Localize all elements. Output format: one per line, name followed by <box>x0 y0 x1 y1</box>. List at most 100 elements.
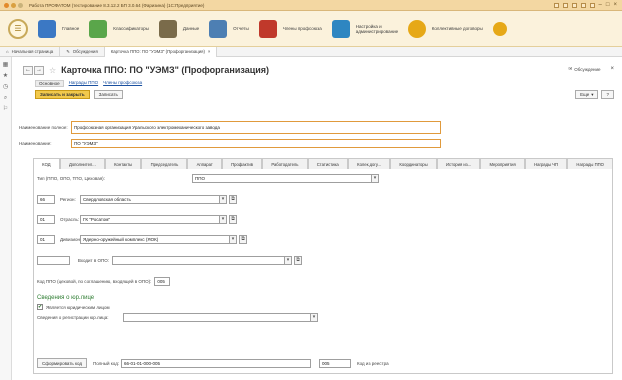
section-label: Данные <box>182 26 200 31</box>
ppo-card-form: ← → ☆ Карточка ППО: ПО "УЭМЗ" (Профорган… <box>13 57 622 380</box>
details-tabs: КОД Дополнител... Контакты Председатель … <box>33 158 614 169</box>
open-link-icon[interactable]: ⧉ <box>229 215 237 224</box>
data-section-icon <box>158 19 177 38</box>
tab-contacts[interactable]: Контакты <box>104 158 142 169</box>
tab-discussions-label: Обсуждения <box>72 49 98 54</box>
grid-icon[interactable]: ▦ <box>3 62 9 68</box>
more-button[interactable]: Еще ▾ <box>575 90 599 99</box>
tab-awards[interactable]: Награды ППО <box>69 80 98 87</box>
division-select[interactable]: Ядерно-оружейный комплекс (ЯОК) <box>80 235 230 244</box>
branch-code-input[interactable]: 01 <box>37 215 55 224</box>
ppo-code-input[interactable]: 005 <box>154 277 171 286</box>
tab-statistics[interactable]: Статистика <box>307 158 348 169</box>
chevron-down-icon[interactable]: ▾ <box>372 174 379 183</box>
home-icon[interactable]: ☰ <box>8 18 28 39</box>
forward-button[interactable]: → <box>34 65 44 75</box>
toolbar-icon-3[interactable] <box>571 2 577 8</box>
full-name-input[interactable]: Профсоюзная организация Уральского элект… <box>71 121 441 134</box>
tab-agreements[interactable]: Колек.догу... <box>347 158 391 169</box>
tab-card-label: Карточка ППО: ПО "УЭМЗ" (Профорганизация… <box>110 49 205 54</box>
maximize-icon[interactable]: □ <box>606 2 610 8</box>
search-icon[interactable]: ⌕ <box>3 95 9 101</box>
tab-activists[interactable]: Профактив <box>221 158 263 169</box>
tab-staff[interactable]: Аппарат <box>187 158 222 169</box>
tab-history[interactable]: История из... <box>436 158 481 169</box>
legal-entity-checkbox[interactable]: ✔ <box>37 304 43 310</box>
open-link-icon[interactable]: ⧉ <box>239 235 247 244</box>
tab-main[interactable]: Основное <box>35 80 64 87</box>
branch-select[interactable]: ГК "Росатом" <box>80 215 220 224</box>
agreements-section-icon <box>407 19 426 38</box>
type-select[interactable]: ППО <box>192 174 372 183</box>
section-classifiers[interactable]: Классификаторы <box>89 19 149 38</box>
close-icon[interactable]: × <box>613 2 617 8</box>
app-menu-icon[interactable] <box>4 2 9 8</box>
window-menu-dots[interactable] <box>4 2 23 8</box>
section-agreements[interactable]: Коллективные договоры <box>407 19 483 38</box>
section-label: Члены профсоюза <box>282 26 322 31</box>
tab-coordinators[interactable]: Координаторы <box>390 158 437 169</box>
chevron-down-icon[interactable]: ▾ <box>230 235 237 244</box>
tab-employer[interactable]: Работодатель <box>262 158 308 169</box>
section-members[interactable]: Члены профсоюза <box>258 19 322 38</box>
section-label: Настройка и администрирование <box>355 23 399 34</box>
tab-member-awards[interactable]: Награды ЧП <box>524 158 568 169</box>
region-code-input[interactable]: 66 <box>37 195 55 204</box>
history-icon[interactable]: ◷ <box>3 84 9 90</box>
section-more[interactable] <box>492 21 507 36</box>
chevron-down-icon[interactable]: ▾ <box>285 256 292 265</box>
open-link-icon[interactable]: ⧉ <box>294 256 302 265</box>
tab-chairman[interactable]: Председатель <box>141 158 188 169</box>
section-main[interactable]: Главное <box>38 19 80 38</box>
toolbar-icon-5[interactable] <box>589 2 595 8</box>
toolbar-icon-4[interactable] <box>580 2 586 8</box>
bell-icon[interactable]: ⚐ <box>3 106 9 112</box>
name-label: Наименование: <box>19 141 52 146</box>
section-label: Коллективные договоры <box>431 26 483 31</box>
registry-select[interactable] <box>123 313 311 322</box>
minimize-icon[interactable]: – <box>599 2 602 8</box>
generate-code-button[interactable]: Сформировать код <box>37 358 88 368</box>
close-form-icon[interactable]: × <box>610 66 614 72</box>
app-menu-icon-2[interactable] <box>11 2 16 8</box>
app-menu-icon-3[interactable] <box>18 2 23 8</box>
opo-label: Входит в ОПО: <box>77 258 109 263</box>
sections-panel: ☰ Главное Классификаторы Данные Отчеты Ч… <box>0 11 622 47</box>
save-and-close-button[interactable]: Записать и закрыть <box>35 90 90 99</box>
legal-entity-checkbox-label: Является юридическим лицом <box>46 304 110 310</box>
region-select[interactable]: Свердловская область <box>80 195 220 204</box>
favorite-star-icon[interactable]: ☆ <box>49 66 56 75</box>
close-tab-icon[interactable]: × <box>208 49 211 54</box>
form-navigation: Основное Награды ППО Члены профсоюза <box>35 80 142 87</box>
section-admin[interactable]: Настройка и администрирование <box>331 19 399 38</box>
tab-code[interactable]: КОД <box>33 158 60 169</box>
tab-card[interactable]: Карточка ППО: ПО "УЭМЗ" (Профорганизация… <box>104 46 218 57</box>
opo-code-input[interactable] <box>37 256 70 265</box>
division-code-input[interactable]: 01 <box>37 235 55 244</box>
star-icon[interactable]: ★ <box>3 73 9 79</box>
tab-members[interactable]: Члены профсоюза <box>103 80 142 87</box>
help-button[interactable]: ? <box>601 90 614 99</box>
back-button[interactable]: ← <box>23 65 33 75</box>
chevron-down-icon[interactable]: ▾ <box>311 313 318 322</box>
toolbar-icon-1[interactable] <box>553 2 559 8</box>
full-code-input[interactable]: 66-01-01-000-005 <box>121 358 312 368</box>
ppo-code-label: Код ППО (цеховой, по соглашению, входяще… <box>37 279 152 284</box>
open-link-icon[interactable]: ⧉ <box>229 195 237 204</box>
discussion-link[interactable]: Обсуждение <box>574 67 600 72</box>
name-input[interactable]: ПО "УЭМЗ" <box>71 139 441 148</box>
section-label: Главное <box>62 26 80 31</box>
section-reports[interactable]: Отчеты <box>209 19 249 38</box>
registry-code-input[interactable]: 005 <box>319 358 352 368</box>
section-data[interactable]: Данные <box>158 19 200 38</box>
tab-events[interactable]: Мероприятия <box>480 158 525 169</box>
toolbar-icon-2[interactable] <box>562 2 568 8</box>
tab-additional[interactable]: Дополнител... <box>59 158 105 169</box>
tab-home[interactable]: ⌂ Начальная страница <box>0 46 61 57</box>
save-button[interactable]: Записать <box>93 90 123 99</box>
tab-ppo-awards[interactable]: Награды ППО <box>567 158 614 169</box>
opo-select[interactable] <box>112 256 285 265</box>
chevron-down-icon[interactable]: ▾ <box>220 215 227 224</box>
chevron-down-icon[interactable]: ▾ <box>220 195 227 204</box>
tab-discussions[interactable]: ✎ Обсуждения <box>60 46 105 57</box>
